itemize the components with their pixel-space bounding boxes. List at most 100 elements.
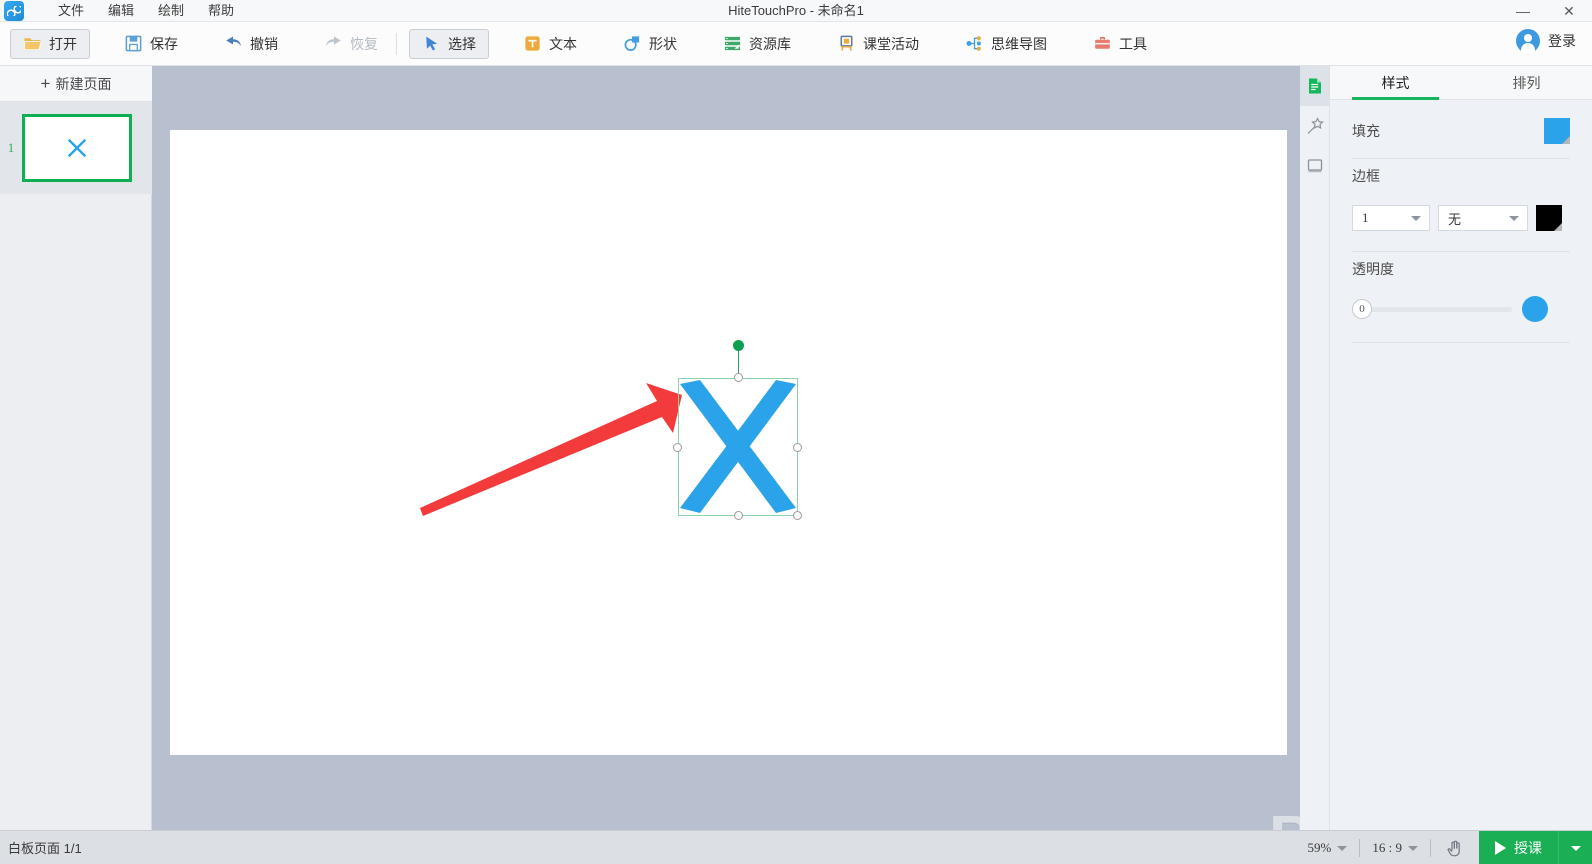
classroom-activity-button[interactable]: 课堂活动: [825, 29, 931, 59]
chevron-down-icon: [1408, 845, 1418, 851]
page-thumbnail-row[interactable]: 1: [0, 102, 152, 194]
resource-library-label: 资源库: [749, 35, 791, 52]
close-button[interactable]: ✕: [1546, 0, 1592, 22]
teach-dropdown-button[interactable]: [1558, 831, 1592, 864]
play-triangle-icon: [1495, 841, 1506, 855]
menu-draw[interactable]: 绘制: [146, 0, 196, 22]
tools-label: 工具: [1119, 35, 1147, 52]
select-tool-button[interactable]: 选择: [409, 28, 489, 59]
text-t-icon: [525, 36, 540, 51]
folder-open-icon: [24, 38, 41, 51]
fill-color-swatch[interactable]: [1544, 118, 1570, 144]
canvas-area[interactable]: Baidu经验 jingyan.baidu.com: [152, 66, 1300, 830]
status-bar: 白板页面 1/1 59% 16 : 9 授课: [0, 830, 1592, 864]
properties-tabs: 样式 排列: [1330, 66, 1592, 100]
cursor-select-icon: [426, 36, 438, 51]
undo-button[interactable]: 撤销: [212, 29, 290, 59]
window-controls: — ✕: [1500, 0, 1592, 22]
opacity-controls: 0: [1352, 296, 1570, 322]
border-label: 边框: [1352, 168, 1380, 184]
mindmap-button[interactable]: 思维导图: [953, 29, 1059, 59]
border-row: 边框: [1352, 159, 1570, 193]
opacity-slider-knob[interactable]: 0: [1352, 299, 1372, 319]
resize-handle-bottom-right[interactable]: [793, 511, 802, 520]
magic-wand-icon: [1307, 117, 1324, 134]
baidu-jingyan-watermark: Baidu经验 jingyan.baidu.com: [1269, 768, 1300, 830]
title-bar: 文件 编辑 绘制 帮助 HiteTouchPro - 未命名1 — ✕: [0, 0, 1592, 22]
document-properties-button[interactable]: [1300, 66, 1330, 106]
status-right-group: 59% 16 : 9 授课: [1296, 831, 1592, 864]
plus-icon: +: [40, 73, 51, 93]
menu-file[interactable]: 文件: [46, 0, 96, 22]
shapes-icon: [624, 36, 640, 52]
new-page-button[interactable]: + 新建页面: [0, 66, 152, 102]
border-controls: 1 无: [1352, 205, 1570, 231]
watermark-main-text: Baidu经验: [1269, 804, 1300, 830]
mindmap-icon: [966, 36, 981, 51]
hand-pan-button[interactable]: [1431, 838, 1479, 858]
undo-button-label: 撤销: [250, 35, 278, 52]
open-button[interactable]: 打开: [10, 28, 90, 59]
opacity-slider-track: [1352, 306, 1512, 312]
tools-button[interactable]: 工具: [1081, 29, 1159, 59]
aspect-ratio-control[interactable]: 16 : 9: [1360, 840, 1430, 856]
resource-library-button[interactable]: 资源库: [711, 29, 803, 59]
save-button[interactable]: 保存: [112, 29, 190, 59]
resize-handle-top[interactable]: [733, 373, 743, 382]
fill-row: 填充: [1352, 114, 1570, 148]
teach-button[interactable]: 授课: [1479, 831, 1558, 864]
page-thumbnail[interactable]: [22, 114, 132, 182]
right-icon-strip: [1300, 66, 1330, 830]
redo-button[interactable]: 恢复: [312, 29, 390, 59]
border-color-swatch[interactable]: [1536, 205, 1562, 231]
classroom-activity-icon: [840, 35, 853, 51]
hand-pan-icon: [1447, 840, 1460, 857]
menu-help[interactable]: 帮助: [196, 0, 246, 22]
border-style-select[interactable]: 无: [1438, 205, 1528, 231]
text-tool-button[interactable]: 文本: [511, 29, 589, 59]
document-properties-icon: [1309, 78, 1321, 94]
opacity-label: 透明度: [1352, 261, 1394, 277]
chevron-down-icon: [1337, 845, 1348, 851]
select-tool-label: 选择: [448, 35, 476, 52]
border-width-select[interactable]: 1: [1352, 205, 1430, 231]
toolbox-icon: [1095, 37, 1110, 49]
resize-handle-right[interactable]: [793, 442, 802, 452]
chevron-down-icon: [1509, 216, 1519, 221]
chevron-down-icon: [1570, 845, 1581, 851]
undo-arrow-icon: [226, 36, 241, 47]
shapes-tool-button[interactable]: 形状: [611, 29, 689, 59]
menu-edit[interactable]: 编辑: [96, 0, 146, 22]
pages-sidebar: + 新建页面 1: [0, 66, 152, 830]
aspect-ratio-value: 16 : 9: [1372, 840, 1402, 855]
resize-handle-bottom[interactable]: [733, 511, 743, 520]
minimize-button[interactable]: —: [1500, 0, 1546, 22]
floppy-save-icon: [125, 35, 142, 52]
app-logo-icon: [4, 0, 24, 21]
tab-arrange[interactable]: 排列: [1461, 66, 1592, 99]
teach-label: 授课: [1514, 840, 1542, 856]
user-avatar-icon: [1516, 29, 1540, 53]
text-tool-label: 文本: [549, 35, 577, 52]
login-label: 登录: [1548, 33, 1576, 49]
tab-style[interactable]: 样式: [1330, 66, 1461, 100]
open-button-label: 打开: [49, 35, 77, 52]
opacity-slider[interactable]: 0: [1352, 299, 1512, 319]
login-button[interactable]: 登录: [1516, 29, 1576, 53]
resize-handle-left[interactable]: [673, 442, 682, 452]
redo-arrow-icon: [326, 36, 341, 47]
page-background-button[interactable]: [1300, 146, 1330, 186]
whiteboard-page[interactable]: [170, 130, 1287, 755]
shape-selection-group[interactable]: [673, 340, 802, 520]
classroom-activity-label: 课堂活动: [863, 35, 919, 52]
menu-bar: 文件 编辑 绘制 帮助: [46, 0, 246, 22]
zoom-control[interactable]: 59%: [1296, 840, 1360, 856]
redo-button-label: 恢复: [350, 35, 378, 52]
border-width-value: 1: [1362, 210, 1369, 225]
opacity-preview-dot[interactable]: [1522, 296, 1548, 322]
properties-panel: 样式 排列 填充 边框 1 无 透明度 0: [1330, 66, 1592, 830]
magic-wand-button[interactable]: [1300, 106, 1330, 146]
rotation-handle[interactable]: [733, 340, 744, 351]
page-number: 1: [7, 140, 15, 155]
page-info-label: 白板页面 1/1: [8, 841, 82, 856]
